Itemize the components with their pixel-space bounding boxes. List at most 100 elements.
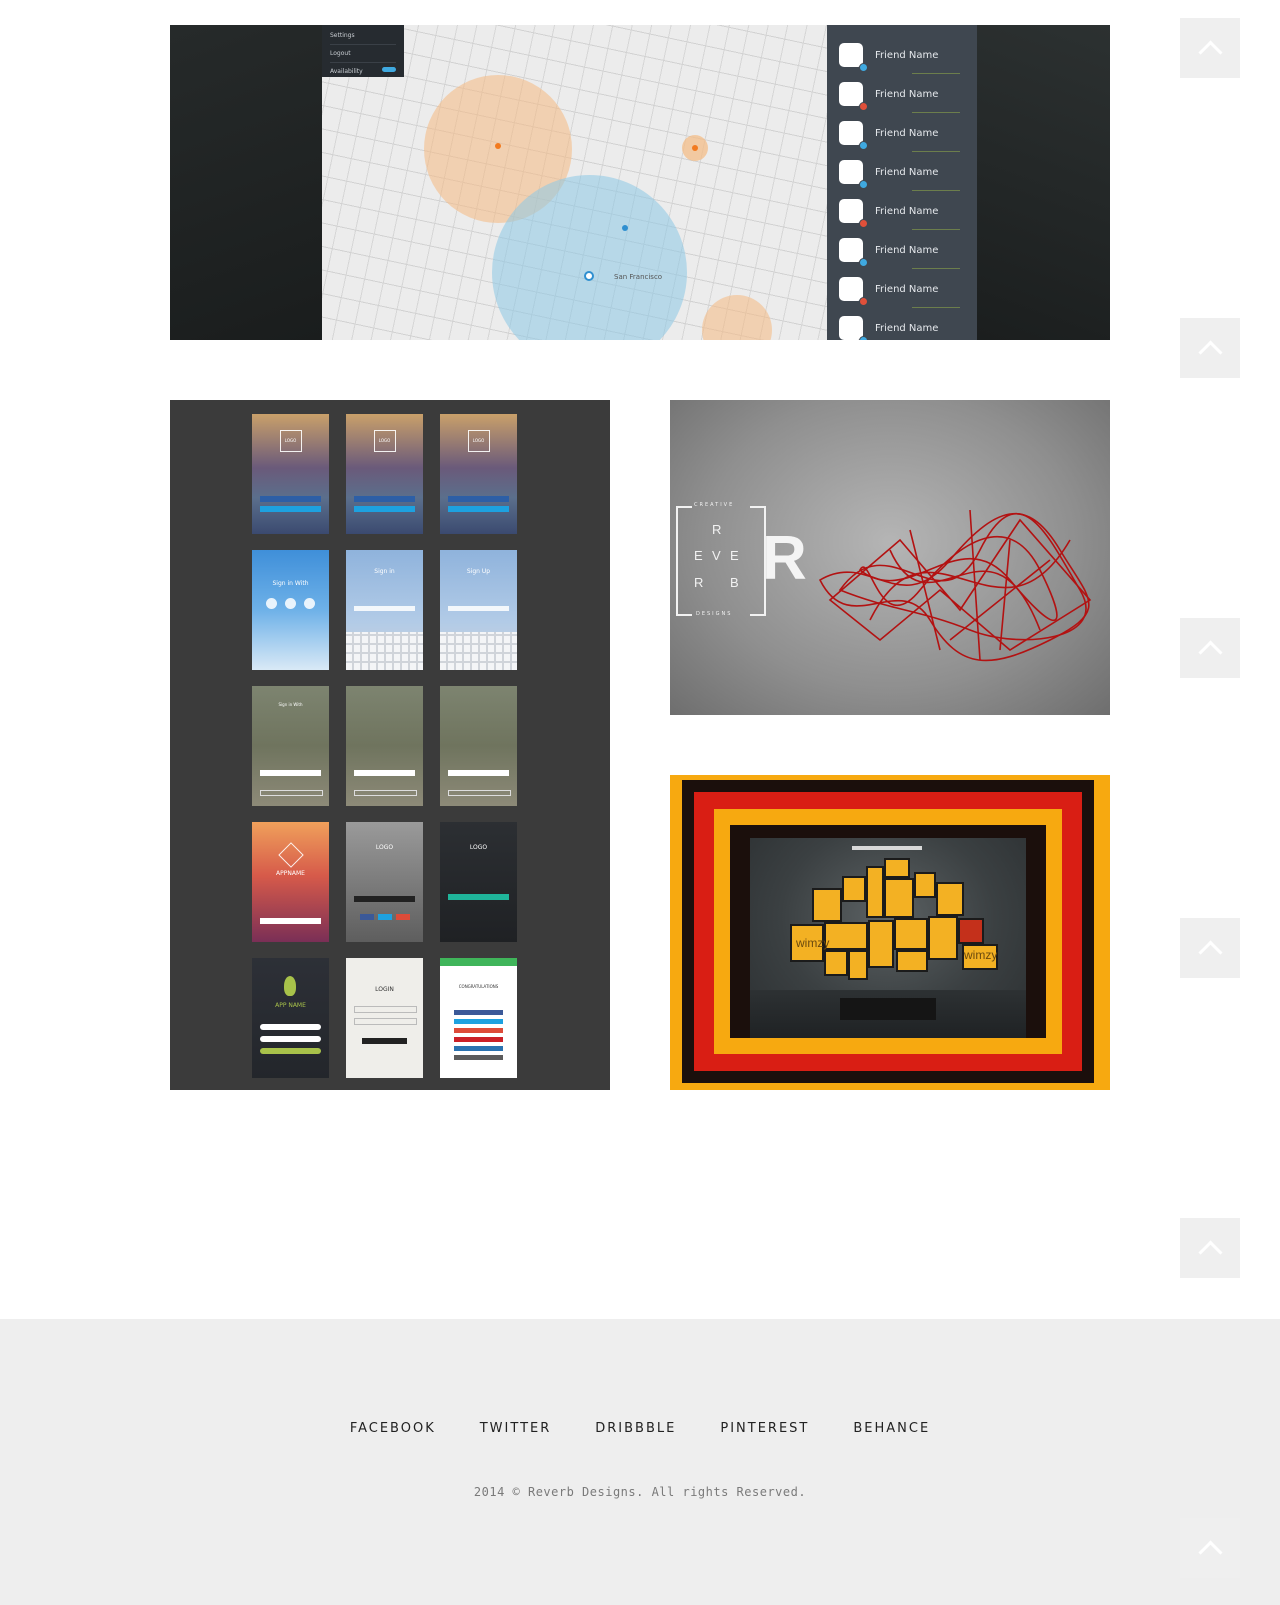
logo-letter: E: [730, 548, 739, 563]
screen-title: APPNAME: [276, 870, 305, 877]
diamond-logo-icon: [278, 842, 304, 868]
friend-name: Friend Name: [875, 89, 939, 100]
wall-frame: [884, 858, 910, 878]
login-screen-thumbnail[interactable]: LOGIN: [346, 958, 423, 1078]
screen-button: [354, 770, 415, 776]
friend-divider: [912, 151, 960, 152]
twitter-icon: [378, 914, 392, 920]
scroll-top-button[interactable]: [1180, 918, 1240, 978]
login-screen-thumbnail[interactable]: CONGRATULATIONS: [440, 958, 517, 1078]
login-screen-thumbnail[interactable]: LOGO: [252, 414, 329, 534]
login-screen-thumbnail[interactable]: [346, 686, 423, 806]
login-screen-thumbnail[interactable]: Sign in: [346, 550, 423, 670]
footer-link-pinterest[interactable]: PINTEREST: [720, 1421, 809, 1436]
availability-toggle[interactable]: [382, 67, 396, 72]
friend-name: Friend Name: [875, 167, 939, 178]
share-option: [454, 1055, 503, 1060]
footer-link-behance[interactable]: BEHANCE: [853, 1421, 930, 1436]
wall-frame: [824, 950, 848, 976]
logo-letter: B: [730, 575, 739, 590]
map-marker[interactable]: [495, 143, 501, 149]
scroll-top-button[interactable]: [1180, 1218, 1240, 1278]
friend-list-item[interactable]: Friend Name: [837, 312, 965, 340]
map-marker[interactable]: [692, 145, 698, 151]
wall-frame: [884, 878, 914, 918]
scroll-top-button[interactable]: [1180, 18, 1240, 78]
friend-list-item[interactable]: Friend Name: [837, 117, 965, 155]
friend-list-item[interactable]: Friend Name: [837, 273, 965, 311]
portfolio-tile-login-screens[interactable]: LOGO LOGO LOGO Sign in With Sign in Sign Up Si…: [170, 400, 610, 1090]
portfolio-tile-map-app[interactable]: San Francisco Settings Logout Availabili…: [170, 25, 1110, 340]
screen-logo-text: LOGO: [378, 438, 391, 443]
screen-button: [260, 790, 323, 796]
screen-button: [354, 790, 417, 796]
login-screen-thumbnail[interactable]: LOGO: [440, 822, 517, 942]
screen-button: [354, 496, 415, 502]
wall-frame: [866, 866, 884, 918]
screen-title: CONGRATULATIONS: [458, 984, 499, 989]
wall-frame: [894, 918, 928, 950]
friend-list-item[interactable]: Friend Name: [837, 156, 965, 194]
friend-divider: [912, 190, 960, 191]
flame-logo-icon: [284, 976, 296, 996]
screen-button: [354, 506, 415, 512]
friend-divider: [912, 307, 960, 308]
keyboard: [440, 632, 517, 670]
footer-link-dribbble[interactable]: DRIBBBLE: [595, 1421, 676, 1436]
login-screen-thumbnail[interactable]: LOGO: [346, 414, 423, 534]
portfolio-tile-wimzy[interactable]: wimzy wimzy: [670, 775, 1110, 1090]
scroll-top-button[interactable]: [1180, 1518, 1240, 1578]
red-wireframe-sculpture: [818, 509, 1092, 662]
logo-big-letter: R: [762, 524, 807, 593]
friend-name: Friend Name: [875, 245, 939, 256]
friend-name: Friend Name: [875, 323, 939, 334]
friend-list-item[interactable]: Friend Name: [837, 195, 965, 233]
wall-frame: [848, 950, 868, 980]
screen-input: [354, 1018, 417, 1025]
social-links: FACEBOOK TWITTER DRIBBBLE PINTEREST BEHA…: [0, 1421, 1280, 1436]
footer-link-twitter[interactable]: TWITTER: [480, 1421, 552, 1436]
footer-link-facebook[interactable]: FACEBOOK: [350, 1421, 436, 1436]
friends-list[interactable]: Friend Name Friend Name Friend Name Friend …: [827, 25, 977, 340]
screen-button: [448, 894, 509, 900]
screen-button: [448, 606, 509, 611]
status-dot-icon: [859, 219, 868, 228]
login-screen-thumbnail[interactable]: Sign in With: [252, 686, 329, 806]
screen-title: APP NAME: [275, 1002, 306, 1009]
map-marker[interactable]: [584, 271, 594, 281]
scroll-top-button[interactable]: [1180, 618, 1240, 678]
chevron-up-icon: [1197, 39, 1223, 65]
keyboard: [346, 632, 423, 670]
screen-input: [260, 1024, 321, 1030]
screen-title: LOGO: [375, 844, 394, 851]
twitter-icon: [285, 598, 296, 609]
login-screen-thumbnail[interactable]: LOGO: [346, 822, 423, 942]
login-screen-thumbnail[interactable]: APPNAME: [252, 822, 329, 942]
friend-list-item[interactable]: Friend Name: [837, 234, 965, 272]
logo-letter: R: [712, 522, 722, 537]
login-screen-thumbnail[interactable]: [440, 686, 517, 806]
wall-frame: [928, 916, 958, 960]
friend-list-item[interactable]: Friend Name: [837, 39, 965, 77]
login-screen-thumbnail[interactable]: Sign in With: [252, 550, 329, 670]
portfolio-tile-reverb-logo[interactable]: CREATIVE DESIGNS R E V E R B R: [670, 400, 1110, 715]
friend-list-item[interactable]: Friend Name: [837, 78, 965, 116]
screen-title: Sign in With: [272, 580, 309, 587]
screen-logo-text: LOGO: [284, 438, 297, 443]
scroll-top-button[interactable]: [1180, 318, 1240, 378]
map-right-panel: [977, 25, 1110, 340]
map-marker[interactable]: [622, 225, 628, 231]
menu-item-logout[interactable]: Logout: [330, 45, 396, 63]
status-dot-icon: [859, 336, 868, 340]
login-screen-thumbnail[interactable]: Sign Up: [440, 550, 517, 670]
status-dot-icon: [859, 63, 868, 72]
wall-frame: [812, 888, 842, 922]
menu-item-settings[interactable]: Settings: [330, 27, 396, 45]
friend-divider: [912, 229, 960, 230]
friend-divider: [912, 268, 960, 269]
map-label: San Francisco: [614, 273, 663, 281]
screen-logo-text: LOGO: [472, 438, 485, 443]
login-screen-thumbnail[interactable]: LOGO: [440, 414, 517, 534]
login-screen-thumbnail[interactable]: APP NAME: [252, 958, 329, 1078]
settings-menu[interactable]: Settings Logout Availability: [322, 25, 404, 77]
